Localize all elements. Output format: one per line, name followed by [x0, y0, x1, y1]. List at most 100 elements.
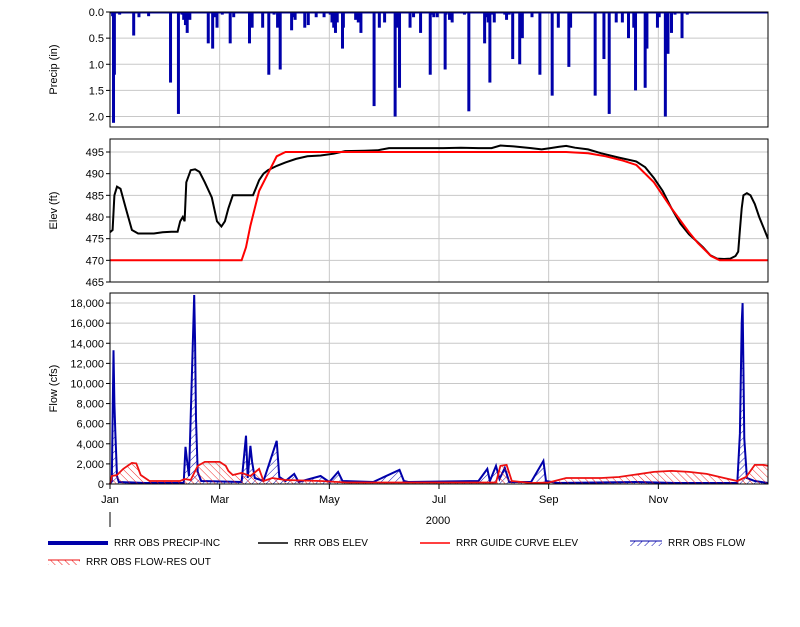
- precip-bar: [443, 12, 447, 70]
- x-tick-label: Nov: [649, 494, 669, 506]
- precip-bar: [359, 12, 363, 33]
- x-tick-label: May: [319, 494, 340, 506]
- precip-bar: [467, 12, 471, 112]
- y-axis-label: Flow (cfs): [48, 365, 60, 413]
- precip-bar: [419, 12, 423, 33]
- precip-bar: [377, 12, 381, 28]
- y-tick-label: 480: [86, 212, 104, 224]
- precip-bar: [450, 12, 454, 23]
- precip-bar: [211, 12, 215, 49]
- y-tick-label: 470: [86, 255, 104, 267]
- precip-bar: [680, 12, 684, 39]
- chart-canvas: 0.00.51.01.52.0Precip (in) 4954904854804…: [48, 7, 769, 527]
- precip-bar: [556, 12, 560, 28]
- y-tick-label: 0.5: [89, 33, 104, 45]
- precip-bar: [666, 12, 670, 54]
- precip-bar: [518, 12, 522, 65]
- precip-bar: [372, 12, 376, 107]
- y-tick-label: 14,000: [70, 338, 104, 350]
- legend: RRR OBS PRECIP-INC RRR OBS ELEV RRR GUID…: [0, 536, 800, 576]
- precip-bar: [569, 12, 573, 28]
- precip-bar: [206, 12, 210, 44]
- y-tick-label: 10,000: [70, 378, 104, 390]
- precip-bar: [492, 12, 496, 23]
- legend-item-resout: RRR OBS FLOW-RES OUT: [48, 557, 211, 568]
- precip-bar: [663, 12, 667, 117]
- precip-bar: [428, 12, 432, 75]
- precip-bar: [132, 12, 136, 36]
- y-axis-label: Precip (in): [48, 44, 60, 94]
- precip-bar: [669, 12, 673, 33]
- y-tick-label: 0: [98, 479, 104, 491]
- x-tick-label: Jan: [101, 494, 119, 506]
- y-tick-label: 490: [86, 169, 104, 181]
- precip-bar: [341, 12, 345, 28]
- legend-item-elev: RRR OBS ELEV: [258, 538, 368, 549]
- legend-label-guide: RRR GUIDE CURVE ELEV: [456, 538, 579, 549]
- y-tick-label: 485: [86, 190, 104, 202]
- y-tick-label: 6,000: [76, 419, 104, 431]
- y-tick-label: 465: [86, 277, 104, 289]
- precip-bar: [335, 12, 339, 23]
- precip-bar: [261, 12, 265, 28]
- precip-bar: [215, 12, 219, 28]
- precip-bar: [614, 12, 618, 23]
- precip-bar: [267, 12, 271, 75]
- x-tick-label: Sep: [539, 494, 559, 506]
- precip-bar: [176, 12, 180, 114]
- y-tick-label: 2,000: [76, 459, 104, 471]
- year-label: 2000: [426, 515, 450, 527]
- elev-panel: 495 490 485 480 475 470 465 Elev (ft): [48, 138, 769, 289]
- y-tick-label: 495: [86, 147, 104, 159]
- precip-bar: [303, 12, 307, 28]
- y-tick-label: 1.5: [89, 85, 104, 97]
- precip-bar: [627, 12, 631, 39]
- precip-bar: [602, 12, 606, 60]
- precip-bar: [356, 12, 360, 23]
- precip-bar: [398, 12, 402, 88]
- precip-bar: [247, 12, 251, 44]
- precip-bar: [395, 12, 399, 28]
- precip-bar: [620, 12, 624, 23]
- x-axis: Jan Mar May Jul Sep Nov 2000: [101, 484, 669, 527]
- precip-bar: [383, 12, 387, 23]
- precip-bar: [276, 12, 280, 28]
- x-tick-label: Mar: [210, 494, 229, 506]
- legend-swatch-black-line-icon: [258, 542, 288, 545]
- y-tick-label: 475: [86, 234, 104, 246]
- precip-bar: [520, 12, 524, 39]
- y-tick-label: 4,000: [76, 439, 104, 451]
- precip-bar: [634, 12, 638, 91]
- legend-swatch-blue-hatch-icon: [630, 540, 662, 547]
- y-tick-label: 1.0: [89, 59, 104, 71]
- precip-bar: [645, 12, 649, 49]
- legend-label-resout: RRR OBS FLOW-RES OUT: [86, 557, 211, 568]
- y-tick-label: 2.0: [89, 112, 104, 124]
- y-tick-label: 16,000: [70, 318, 104, 330]
- precip-bar: [408, 12, 412, 28]
- legend-label-elev: RRR OBS ELEV: [294, 538, 368, 549]
- precip-bar: [278, 12, 282, 70]
- legend-swatch-red-line-icon: [420, 542, 450, 545]
- precip-bar: [538, 12, 542, 75]
- y-tick-label: 12,000: [70, 358, 104, 370]
- x-tick-label: Jul: [432, 494, 446, 506]
- precip-bar: [228, 12, 232, 44]
- legend-label-flow: RRR OBS FLOW: [668, 538, 746, 549]
- y-tick-label: 0.0: [89, 7, 104, 19]
- precip-bar: [185, 12, 189, 33]
- precip-bar: [169, 12, 173, 83]
- legend-item-flow: RRR OBS FLOW: [630, 538, 745, 549]
- precip-bar: [607, 12, 611, 114]
- legend-item-precip: RRR OBS PRECIP-INC: [48, 538, 220, 549]
- y-axis-label: Elev (ft): [48, 192, 60, 230]
- precip-bar: [550, 12, 554, 96]
- precip-bar: [250, 12, 254, 28]
- precip-bar: [488, 12, 492, 83]
- y-tick-label: 8,000: [76, 399, 104, 411]
- precip-bar: [511, 12, 515, 60]
- precip-bar: [593, 12, 597, 96]
- flow-panel: 18,000 16,000 14,000 12,000 10,000 8,000 6,000…: [48, 292, 769, 491]
- precip-bar: [306, 12, 310, 26]
- legend-item-guide: RRR GUIDE CURVE ELEV: [420, 538, 578, 549]
